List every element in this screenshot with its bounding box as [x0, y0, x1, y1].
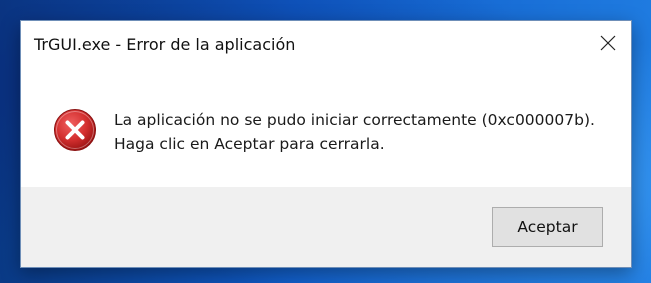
- dialog-content: La aplicación no se pudo iniciar correct…: [21, 71, 631, 187]
- close-button[interactable]: [585, 21, 631, 63]
- error-icon: [54, 109, 96, 151]
- error-dialog: TrGUI.exe - Error de la aplicación La ap…: [20, 20, 632, 268]
- error-message-line-2: Haga clic en Aceptar para cerrarla.: [114, 135, 385, 153]
- ok-button[interactable]: Aceptar: [492, 207, 603, 247]
- error-message-line-1: La aplicación no se pudo iniciar correct…: [114, 111, 595, 129]
- close-icon: [600, 35, 616, 51]
- dialog-footer: Aceptar: [21, 187, 631, 267]
- title-bar[interactable]: TrGUI.exe - Error de la aplicación: [21, 21, 631, 71]
- error-message: La aplicación no se pudo iniciar correct…: [114, 108, 595, 156]
- dialog-title: TrGUI.exe - Error de la aplicación: [34, 35, 296, 54]
